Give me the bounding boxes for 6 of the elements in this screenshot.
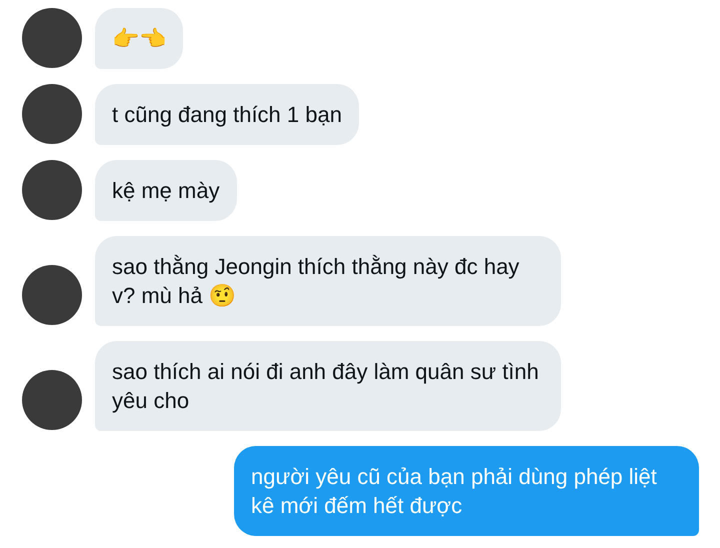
message-bubble: sao thằng Jeongin thích thằng này đc hay v? mù hả 🤨 — [95, 236, 561, 326]
message-bubble: người yêu cũ của bạn phải dùng phép liệt kê mới đếm hết được — [234, 446, 699, 536]
message-bubble: 👉👈 — [95, 8, 183, 69]
message-bubble: sao thích ai nói đi anh đây làm quân sư tình yêu cho — [95, 341, 561, 431]
message-bubble: t cũng đang thích 1 bạn — [95, 84, 359, 145]
message-bubble: kệ mẹ mày — [95, 160, 237, 221]
